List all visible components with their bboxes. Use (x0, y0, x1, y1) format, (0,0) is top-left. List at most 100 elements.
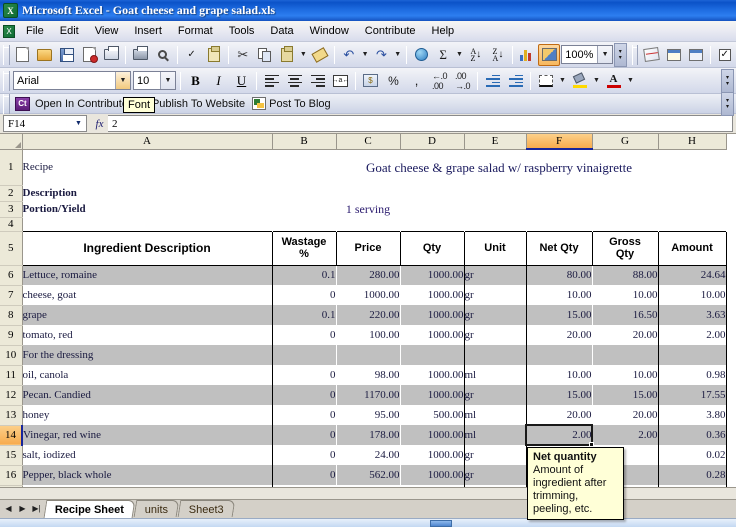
toolbar-options-icon[interactable]: ▾ ▾ (721, 91, 734, 116)
sheet-tab-sheet3[interactable]: Sheet3 (177, 500, 236, 517)
cell-a9-ingredient[interactable]: tomato, red (21, 325, 273, 345)
redo-dropdown-icon[interactable]: ▼ (393, 44, 404, 66)
cell-wastage-r13[interactable]: 0 (272, 405, 336, 425)
cell-wastage-r12[interactable]: 0 (272, 385, 336, 405)
cell-price-r7[interactable]: 1000.00 (336, 285, 400, 305)
row-header-8[interactable]: 8 (0, 305, 23, 326)
cell-amount-r16[interactable]: 0.28 (658, 465, 727, 485)
header-price[interactable]: Price (335, 230, 401, 266)
decrease-indent-icon[interactable] (481, 70, 504, 92)
cell-gross-qty-r10[interactable] (592, 345, 659, 365)
ruler-icon[interactable] (640, 44, 662, 66)
cell-c2[interactable] (336, 185, 400, 201)
menu-file[interactable]: File (19, 23, 51, 39)
sheet-tab-units[interactable]: units (133, 500, 180, 517)
toolbar-options-icon[interactable]: ▾ ▾ (721, 68, 734, 93)
percent-icon[interactable]: % (382, 70, 405, 92)
borders-dropdown-icon[interactable]: ▼ (557, 70, 568, 92)
borders-icon[interactable] (534, 70, 557, 92)
header-net-qty[interactable]: Net Qty (525, 230, 593, 266)
cell-qty-r7[interactable]: 1000.00 (400, 285, 465, 305)
cell-d2[interactable] (400, 185, 464, 201)
cell-wastage-r9[interactable]: 0 (272, 325, 336, 345)
cell-wastage-r11[interactable]: 0 (272, 365, 336, 385)
cell-unit-r6[interactable]: gr (463, 265, 527, 285)
cell-a2-description-label[interactable]: Description (22, 185, 272, 201)
cell-amount-r11[interactable]: 0.98 (658, 365, 727, 385)
cell-qty-r8[interactable]: 1000.00 (400, 305, 465, 325)
cell-qty-r15[interactable]: 1000.00 (400, 445, 465, 465)
paste-icon[interactable] (276, 44, 298, 66)
toolbar-grip[interactable] (631, 44, 639, 65)
cell-qty-r14[interactable]: 1000.00 (400, 425, 465, 445)
menu-window[interactable]: Window (303, 23, 356, 39)
cell-wastage-r10[interactable] (272, 345, 336, 365)
hyperlink-icon[interactable] (410, 44, 432, 66)
row-header-13[interactable]: 13 (0, 405, 23, 426)
cell-net-qty-r12[interactable]: 15.00 (525, 385, 592, 405)
menu-view[interactable]: View (88, 23, 126, 39)
undo-icon[interactable]: ↶ (338, 44, 360, 66)
row-header-4[interactable]: 4 (0, 217, 23, 232)
row-header-6[interactable]: 6 (0, 265, 23, 286)
cell-a13-ingredient[interactable]: honey (21, 405, 273, 425)
cell-price-r6[interactable]: 280.00 (336, 265, 400, 285)
column-header-h[interactable]: H (658, 134, 727, 150)
row-header-7[interactable]: 7 (0, 285, 23, 306)
column-header-c[interactable]: C (336, 134, 401, 150)
toolbar-grip[interactable] (3, 93, 10, 114)
autosum-dropdown-icon[interactable]: ▼ (454, 44, 465, 66)
cell-qty-r12[interactable]: 1000.00 (400, 385, 465, 405)
cell-net-qty-r9[interactable]: 20.00 (525, 325, 592, 345)
cell-price-r10[interactable] (336, 345, 400, 365)
cell-a8-ingredient[interactable]: grape (21, 305, 273, 325)
cell-amount-r15[interactable]: 0.02 (658, 445, 727, 465)
column-header-g[interactable]: G (592, 134, 659, 150)
cell-amount-r9[interactable]: 2.00 (658, 325, 727, 345)
cell-unit-r9[interactable]: gr (463, 325, 527, 345)
cell-gross-qty-r6[interactable]: 88.00 (592, 265, 659, 285)
drawing-icon[interactable] (538, 43, 561, 66)
row-header-10[interactable]: 10 (0, 345, 23, 366)
formula-input[interactable]: 2 (108, 115, 733, 132)
tab-nav-prev-icon[interactable]: ▶ (16, 501, 29, 516)
menu-control-icon[interactable]: X (0, 22, 18, 41)
cell-g3[interactable] (592, 201, 658, 217)
row-header-11[interactable]: 11 (0, 365, 23, 386)
cell-wastage-r8[interactable]: 0.1 (272, 305, 336, 325)
cell-e3[interactable] (464, 201, 526, 217)
menu-format[interactable]: Format (171, 23, 220, 39)
toolbar-grip[interactable] (3, 70, 10, 91)
cell-price-r8[interactable]: 220.00 (336, 305, 400, 325)
cell-net-qty-r6[interactable]: 80.00 (525, 265, 592, 285)
align-right-icon[interactable] (306, 70, 329, 92)
row-header-9[interactable]: 9 (0, 325, 23, 346)
cell-qty-r16[interactable]: 1000.00 (400, 465, 465, 485)
copy-icon[interactable] (254, 44, 276, 66)
cell-unit-r12[interactable]: gr (463, 385, 527, 405)
cell-price-r15[interactable]: 24.00 (336, 445, 400, 465)
font-color-dropdown-icon[interactable]: ▼ (625, 70, 636, 92)
cell-a15-ingredient[interactable]: salt, iodized (21, 445, 273, 465)
save-icon[interactable] (56, 44, 78, 66)
horizontal-scrollbar[interactable] (0, 518, 736, 527)
cell-gross-qty-r14[interactable]: 2.00 (592, 425, 659, 445)
tab-nav-last-icon[interactable]: ▶| (30, 501, 43, 516)
header-amount[interactable]: Amount (657, 230, 727, 266)
cell-wastage-r6[interactable]: 0.1 (272, 265, 336, 285)
cell-c1-description[interactable]: Goat cheese & grape salad w/ raspberry v… (272, 149, 726, 185)
menu-help[interactable]: Help (425, 23, 462, 39)
cell-net-qty-r11[interactable]: 10.00 (525, 365, 592, 385)
cell-f3[interactable] (526, 201, 592, 217)
cell-unit-r13[interactable]: ml (463, 405, 527, 425)
header-ingredient-description[interactable]: Ingredient Description (21, 230, 273, 266)
research-icon[interactable] (203, 44, 225, 66)
email-icon[interactable] (100, 44, 122, 66)
column-header-d[interactable]: D (400, 134, 465, 150)
window-icon[interactable] (662, 44, 684, 66)
print-icon[interactable] (129, 44, 151, 66)
menu-contribute[interactable]: Contribute (358, 23, 423, 39)
cell-gross-qty-r9[interactable]: 20.00 (592, 325, 659, 345)
chevron-down-icon[interactable]: ▼ (115, 72, 130, 89)
cell-gross-qty-r13[interactable]: 20.00 (592, 405, 659, 425)
